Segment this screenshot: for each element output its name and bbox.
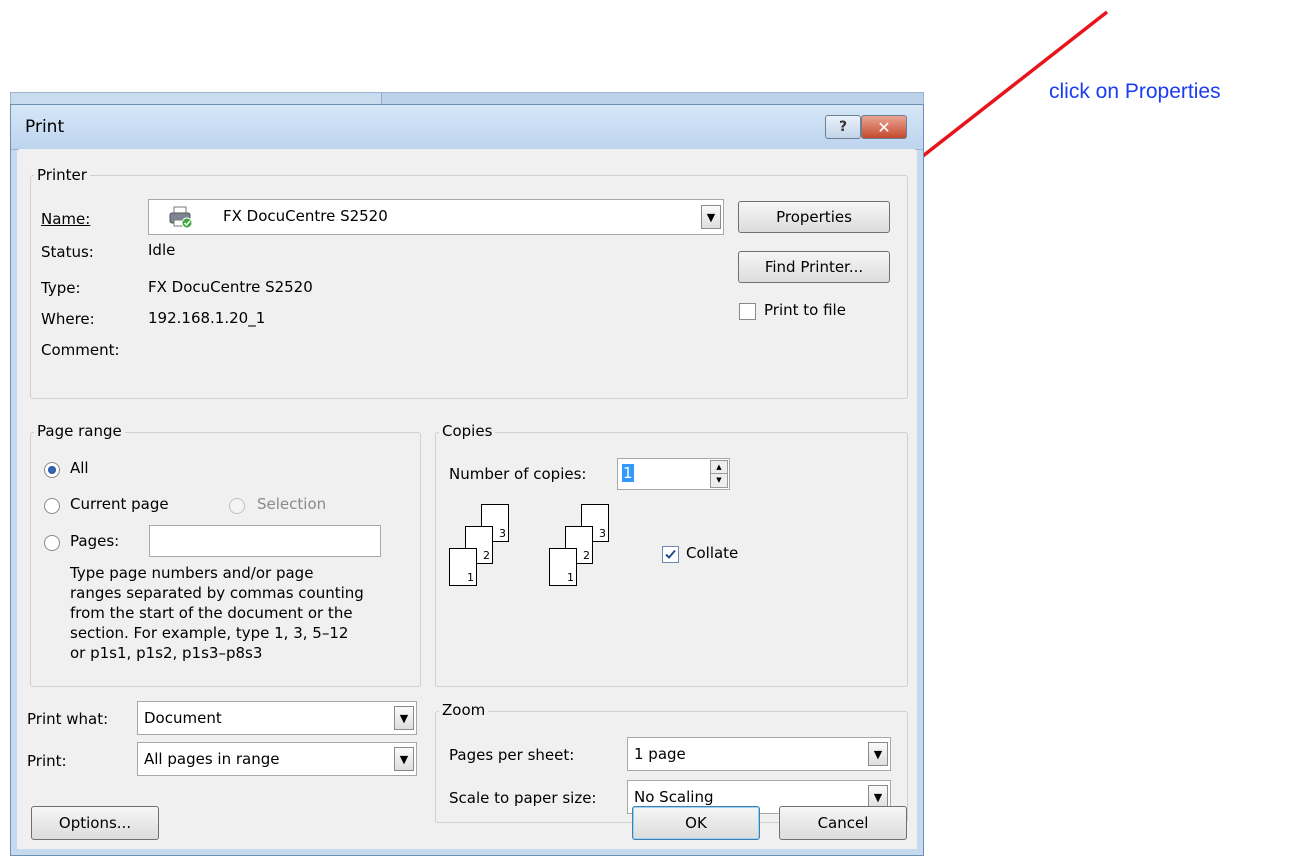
print-select[interactable]: All pages in range ▼	[137, 742, 417, 776]
ok-button-label: OK	[685, 814, 707, 832]
page-range-help-text: Type page numbers and/or page ranges sep…	[70, 563, 410, 663]
pages-per-sheet-label: Pages per sheet:	[449, 746, 575, 764]
help-line: section. For example, type 1, 3, 5–12	[70, 624, 349, 642]
collate-label: Collate	[686, 544, 739, 562]
title-bar: Print ? ✕	[11, 105, 923, 150]
help-line: ranges separated by commas counting	[70, 584, 364, 602]
print-to-file-checkbox[interactable]	[739, 303, 756, 320]
chevron-down-icon[interactable]: ▼	[394, 706, 414, 730]
options-button[interactable]: Options...	[31, 806, 159, 840]
page-icon: 1	[549, 548, 577, 586]
pages-radio[interactable]	[44, 535, 60, 551]
pages-radio-label: Pages:	[70, 532, 120, 550]
printer-legend: Printer	[34, 166, 90, 184]
where-label: Where:	[41, 310, 95, 328]
copies-spinner[interactable]: 1 ▲ ▼	[617, 458, 730, 490]
print-what-label: Print what:	[27, 710, 109, 728]
find-printer-button[interactable]: Find Printer...	[738, 251, 890, 283]
pages-input[interactable]	[149, 525, 381, 557]
print-what-select[interactable]: Document ▼	[137, 701, 417, 735]
selection-radio[interactable]	[229, 498, 245, 514]
spin-down-icon[interactable]: ▼	[710, 473, 728, 488]
print-value: All pages in range	[144, 750, 280, 768]
find-printer-button-label: Find Printer...	[764, 258, 864, 276]
checkmark-icon	[665, 549, 676, 559]
dialog-title: Print	[25, 117, 65, 137]
all-radio[interactable]	[44, 462, 60, 478]
printer-name-select[interactable]: FX DocuCentre S2520 ▼	[148, 199, 724, 235]
type-value: FX DocuCentre S2520	[148, 278, 313, 296]
print-label: Print:	[27, 752, 67, 770]
print-what-value: Document	[144, 709, 222, 727]
collate-illustration-2: 3 2 1	[545, 504, 615, 599]
close-icon: ✕	[877, 117, 891, 137]
cancel-button[interactable]: Cancel	[779, 806, 907, 840]
type-label: Type:	[41, 279, 81, 297]
chevron-down-icon[interactable]: ▼	[394, 747, 414, 771]
help-line: or p1s1, p1s2, p1s3–p8s3	[70, 644, 263, 662]
help-icon: ?	[838, 119, 848, 135]
where-value: 192.168.1.20_1	[148, 309, 266, 327]
help-line: from the start of the document or the	[70, 604, 353, 622]
printer-icon	[169, 206, 193, 228]
page-range-legend: Page range	[34, 422, 125, 440]
print-dialog: Print ? ✕ Printer Name: FX DocuCentre S2…	[10, 104, 924, 856]
status-label: Status:	[41, 243, 94, 261]
selection-radio-label: Selection	[257, 495, 327, 513]
comment-label: Comment:	[41, 341, 120, 359]
properties-button[interactable]: Properties	[738, 201, 890, 233]
chevron-down-icon[interactable]: ▼	[868, 742, 888, 766]
properties-button-label: Properties	[776, 208, 852, 226]
name-label: Name:	[41, 210, 91, 228]
scale-to-paper-size-label: Scale to paper size:	[449, 789, 597, 807]
cancel-button-label: Cancel	[817, 814, 869, 832]
options-button-label: Options...	[58, 814, 132, 832]
printer-name-value: FX DocuCentre S2520	[223, 207, 388, 225]
pages-per-sheet-value: 1 page	[634, 745, 686, 763]
chevron-down-icon[interactable]: ▼	[701, 205, 721, 229]
dialog-body: Printer Name: FX DocuCentre S2520 ▼ Stat…	[19, 149, 915, 849]
copies-legend: Copies	[439, 422, 496, 440]
print-to-file-label: Print to file	[764, 301, 846, 319]
all-radio-label: All	[70, 459, 89, 477]
close-button[interactable]: ✕	[861, 115, 907, 139]
page-icon: 1	[449, 548, 477, 586]
status-value: Idle	[148, 241, 176, 259]
zoom-legend: Zoom	[439, 701, 489, 719]
help-line: Type page numbers and/or page	[70, 564, 314, 582]
collate-illustration-1: 3 2 1	[445, 504, 515, 599]
number-of-copies-label: Number of copies:	[449, 465, 587, 483]
copies-value: 1	[622, 464, 634, 482]
ok-button[interactable]: OK	[632, 806, 760, 840]
help-button[interactable]: ?	[825, 115, 861, 139]
current-page-radio[interactable]	[44, 498, 60, 514]
scale-to-paper-size-value: No Scaling	[634, 788, 714, 806]
pages-per-sheet-select[interactable]: 1 page ▼	[627, 737, 891, 771]
current-page-radio-label: Current page	[70, 495, 169, 513]
collate-checkbox[interactable]	[662, 546, 679, 563]
